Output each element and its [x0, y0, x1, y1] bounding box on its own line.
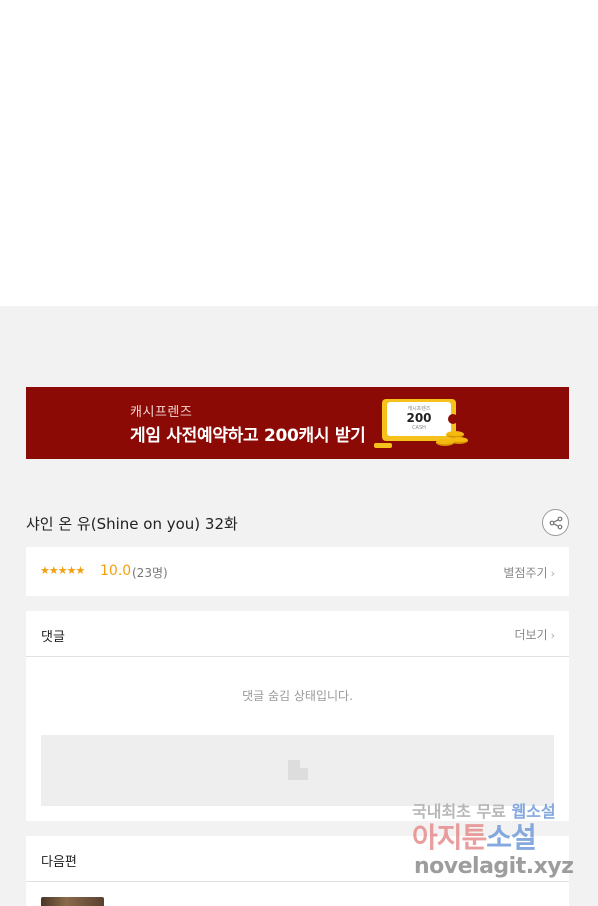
more-label: 더보기 — [514, 628, 548, 642]
share-button[interactable] — [542, 509, 569, 536]
banner-headline: 게임 사전예약하고 200캐시 받기 — [130, 426, 366, 446]
episode-title-row: 샤인 온 유(Shine on you) 32화 — [26, 509, 569, 537]
next-episode-thumbnail[interactable] — [41, 897, 104, 906]
voucher-amount: 200 — [406, 411, 432, 425]
rating-count: (23명) — [132, 566, 168, 580]
comments-hidden-message: 댓글 숨김 상태입니다. — [242, 689, 353, 703]
rate-button[interactable]: 별점주기 › — [503, 564, 555, 581]
ad-banner[interactable]: 캐시프렌즈 게임 사전예약하고 200캐시 받기 캐시프렌즈 200 CASH — [26, 387, 569, 459]
comments-title: 댓글 — [41, 630, 65, 645]
comments-header: 댓글 더보기 › — [26, 611, 569, 657]
comments-more-button[interactable]: 더보기 › — [514, 626, 555, 643]
content-blank-area — [0, 0, 598, 306]
coin-icon — [436, 439, 454, 446]
next-episode-header: 다음편 — [26, 836, 569, 882]
comments-card: 댓글 더보기 › 댓글 숨김 상태입니다. — [26, 611, 569, 821]
voucher-stand — [374, 443, 392, 448]
chevron-right-icon: › — [550, 629, 555, 642]
image-placeholder-icon — [288, 760, 308, 780]
chevron-right-icon: › — [550, 567, 555, 580]
rating-score: 10.0 — [100, 563, 132, 579]
voucher-unit: CASH — [412, 425, 426, 431]
next-episode-card: 다음편 — [26, 836, 569, 906]
ad-placeholder — [41, 735, 554, 806]
rating-stars: ★★★★★ — [40, 564, 85, 577]
cash-voucher-graphic: 캐시프렌즈 200 CASH — [382, 399, 458, 441]
episode-title: 샤인 온 유(Shine on you) 32화 — [26, 515, 238, 533]
rating-card: ★★★★★ 10.0 (23명) 별점주기 › — [26, 547, 569, 596]
share-icon — [549, 516, 563, 530]
banner-brand: 캐시프렌즈 — [130, 405, 193, 420]
next-episode-title: 다음편 — [41, 855, 77, 870]
rate-label: 별점주기 — [503, 566, 548, 580]
